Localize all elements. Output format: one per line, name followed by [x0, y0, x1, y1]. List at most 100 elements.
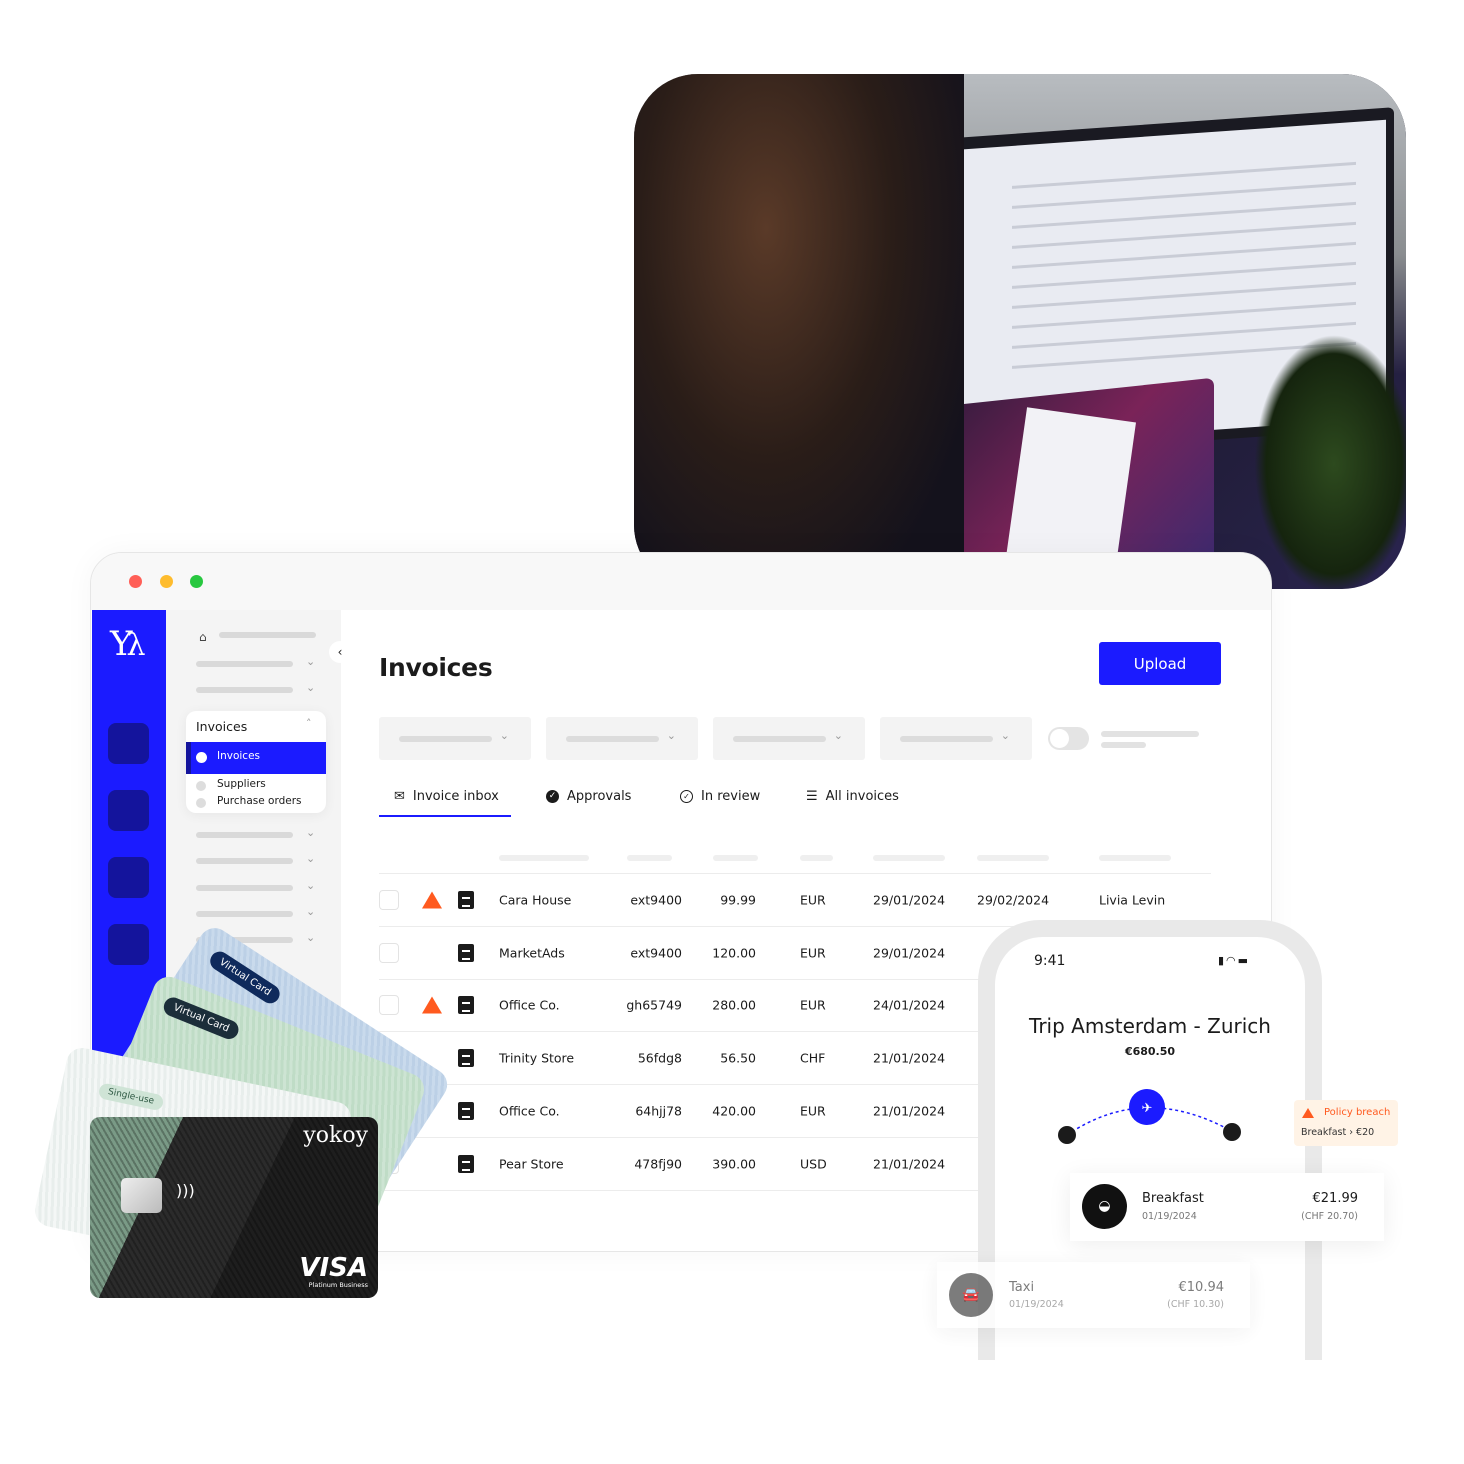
office-photo — [634, 74, 1406, 589]
table-header — [379, 855, 1211, 874]
currency: EUR — [800, 945, 826, 961]
chevron-up-icon[interactable]: ˄ — [306, 717, 312, 730]
nav-item[interactable] — [196, 885, 293, 891]
tab-invoice-inbox[interactable]: ✉ Invoice inbox — [394, 789, 499, 804]
chevron-down-icon: ⌄ — [306, 879, 316, 892]
nav-item[interactable] — [196, 687, 293, 693]
nav-item[interactable] — [196, 858, 293, 864]
chevron-down-icon: ⌄ — [306, 681, 316, 694]
rail-item[interactable] — [108, 924, 149, 965]
home-icon[interactable]: ⌂ — [199, 630, 207, 644]
nav-item[interactable] — [196, 911, 293, 917]
chip-icon — [121, 1178, 162, 1213]
destination-pin-icon — [1223, 1123, 1241, 1141]
chevron-down-icon: ⌄ — [306, 655, 316, 668]
document-icon[interactable] — [458, 1049, 474, 1068]
nav-subitem-invoices[interactable]: Invoices — [186, 742, 326, 774]
car-icon: 🚘 — [949, 1273, 993, 1317]
card-brand: yokoy — [303, 1123, 368, 1148]
row-checkbox[interactable] — [379, 890, 399, 910]
amount: 56.50 — [720, 1050, 756, 1066]
physical-visa-card[interactable]: yokoy ))) VISA Platinum Business — [90, 1117, 378, 1298]
amount: 420.00 — [712, 1103, 756, 1119]
filter-dropdown[interactable]: ⌄ — [379, 717, 531, 760]
invoice-date: 29/01/2024 — [873, 892, 946, 908]
amount: 120.00 — [712, 945, 756, 961]
policy-breach-alert: Policy breach Breakfast › €20 — [1294, 1100, 1398, 1146]
currency: CHF — [800, 1050, 826, 1066]
supplier: Cara House — [499, 892, 572, 908]
currency: USD — [800, 1156, 827, 1171]
warning-icon — [1302, 1108, 1314, 1118]
filter-dropdown[interactable]: ⌄ — [880, 717, 1032, 760]
logo[interactable]: Yλ — [110, 624, 145, 664]
window-titlebar — [91, 553, 1271, 610]
supplier: Office Co. — [499, 997, 560, 1013]
supplier: Pear Store — [499, 1156, 564, 1171]
reference: 64hjj78 — [635, 1103, 682, 1119]
due-date: 29/02/2024 — [977, 892, 1050, 908]
nav-group-title[interactable]: Invoices — [196, 719, 247, 734]
nav-subitem-purchase-orders[interactable]: Purchase orders — [217, 795, 302, 807]
photo-person — [634, 74, 964, 589]
document-icon[interactable] — [458, 1154, 474, 1173]
chevron-down-icon: ⌄ — [306, 826, 316, 839]
croissant-icon: ◒ — [1082, 1184, 1127, 1229]
row-checkbox[interactable] — [379, 995, 399, 1016]
document-icon[interactable] — [458, 891, 474, 909]
filter-dropdown[interactable]: ⌄ — [713, 717, 865, 760]
minimize-dot[interactable] — [160, 575, 173, 588]
collapse-sidebar-button[interactable]: ‹ — [329, 641, 351, 663]
supplier: MarketAds — [499, 945, 565, 961]
warning-icon — [422, 891, 442, 909]
close-dot[interactable] — [129, 575, 142, 588]
toggle-switch[interactable] — [1048, 727, 1089, 750]
nav-subitem-suppliers[interactable]: Suppliers — [217, 778, 266, 790]
filter-dropdown[interactable]: ⌄ — [546, 717, 698, 760]
inbox-icon: ✉ — [394, 789, 405, 804]
amount: 280.00 — [712, 997, 756, 1013]
nav-item[interactable] — [196, 661, 293, 667]
svg-text:✈: ✈ — [1142, 1101, 1153, 1116]
nav-item[interactable] — [196, 832, 293, 838]
document-icon[interactable] — [458, 943, 474, 962]
status-time: 9:41 — [1034, 953, 1066, 969]
check-circle-outline-icon: ✓ — [680, 790, 693, 803]
chevron-down-icon: ⌄ — [306, 905, 316, 918]
maximize-dot[interactable] — [190, 575, 203, 588]
origin-pin-icon — [1058, 1126, 1076, 1144]
contactless-icon: ))) — [176, 1181, 195, 1200]
list-icon: ☰ — [806, 789, 818, 804]
reference: ext9400 — [630, 945, 682, 961]
document-icon[interactable] — [458, 996, 474, 1015]
upload-button[interactable]: Upload — [1099, 642, 1221, 685]
visa-logo: VISA — [299, 1253, 368, 1283]
owner: Livia Levin — [1099, 892, 1166, 908]
reference: 478fj90 — [634, 1156, 682, 1171]
page-title: Invoices — [379, 653, 493, 682]
tab-in-review[interactable]: ✓ In review — [680, 789, 760, 804]
warning-icon — [422, 996, 442, 1014]
active-tab-indicator — [379, 815, 511, 817]
chevron-down-icon: ⌄ — [306, 931, 316, 944]
rail-item[interactable] — [108, 857, 149, 898]
tab-all-invoices[interactable]: ☰ All invoices — [806, 789, 899, 804]
invoice-date: 21/01/2024 — [873, 1050, 946, 1066]
expense-item-taxi[interactable]: 🚘 Taxi 01/19/2024 €10.94 (CHF 10.30) — [937, 1262, 1250, 1328]
chevron-down-icon: ⌄ — [306, 852, 316, 865]
reference: ext9400 — [630, 892, 682, 908]
reference: gh65749 — [626, 997, 682, 1013]
supplier: Office Co. — [499, 1103, 560, 1119]
currency: EUR — [800, 892, 826, 908]
tab-approvals[interactable]: ✓ Approvals — [546, 789, 631, 804]
rail-item[interactable] — [108, 723, 149, 764]
currency: EUR — [800, 997, 826, 1013]
photo-plant — [1254, 334, 1406, 589]
status-icons: ▮◠▬ — [1218, 954, 1251, 967]
document-icon[interactable] — [458, 1101, 474, 1120]
invoice-date: 24/01/2024 — [873, 997, 946, 1013]
invoice-date: 29/01/2024 — [873, 945, 946, 961]
rail-item[interactable] — [108, 790, 149, 831]
expense-item-breakfast[interactable]: ◒ Breakfast 01/19/2024 €21.99 (CHF 20.70… — [1070, 1173, 1384, 1241]
row-checkbox[interactable] — [379, 942, 399, 963]
